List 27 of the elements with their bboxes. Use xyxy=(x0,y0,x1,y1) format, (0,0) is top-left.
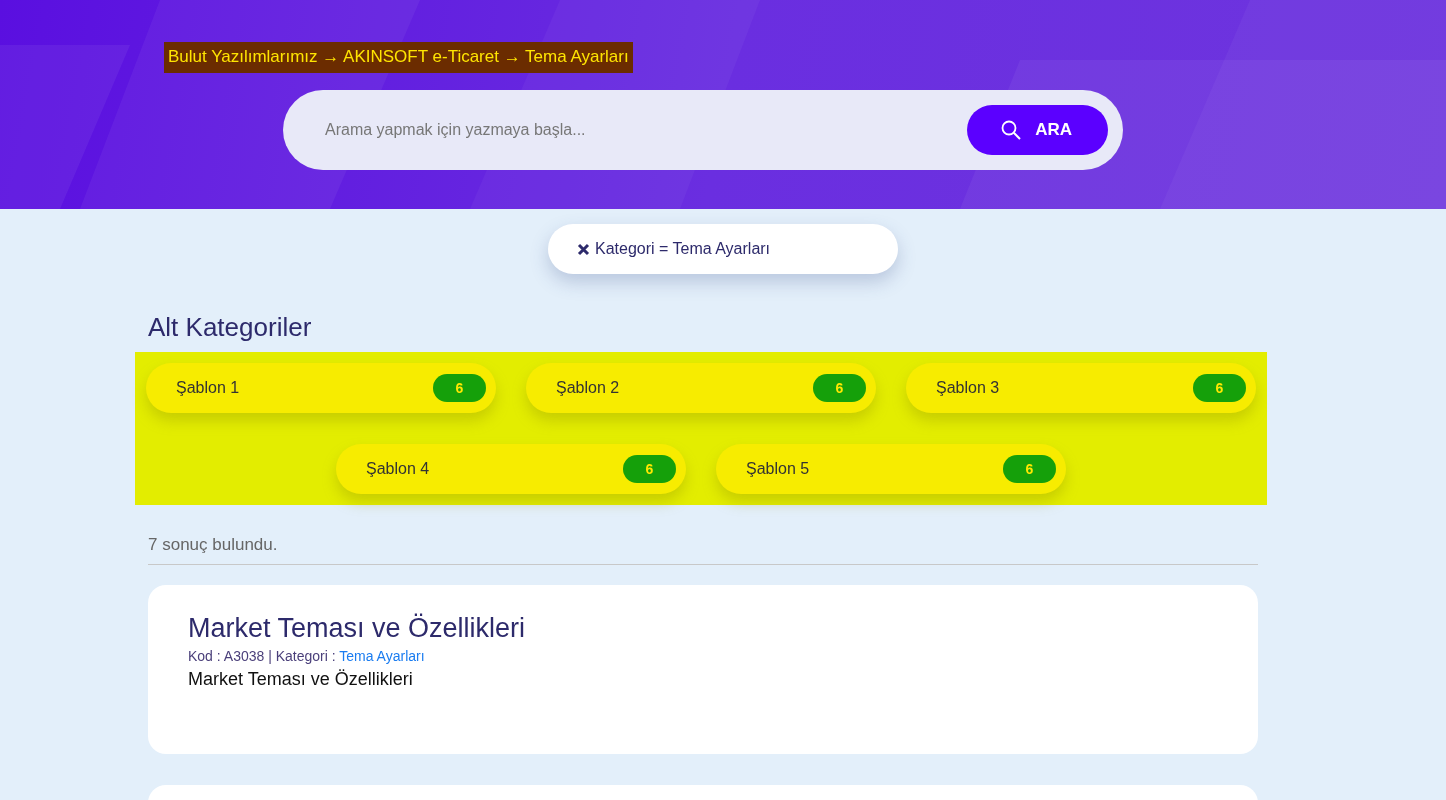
search-button[interactable]: ARA xyxy=(967,105,1108,155)
category-label: Şablon 4 xyxy=(366,459,430,478)
result-meta: Kod : A3038 | Kategori : Tema Ayarları xyxy=(188,648,425,664)
breadcrumb: Bulut Yazılımlarımız → AKINSOFT e-Ticaret → Tema Ayarları xyxy=(164,42,633,73)
category-item[interactable]: Şablon 4 6 xyxy=(336,443,686,494)
count-badge: 6 xyxy=(813,374,866,402)
search-icon xyxy=(1001,120,1022,140)
result-title[interactable]: Market Teması ve Özellikleri xyxy=(188,611,526,645)
search-field[interactable]: Arama yapmak için yazmaya başla... ARA xyxy=(283,90,1123,170)
count-badge: 6 xyxy=(1193,374,1246,402)
count-badge: 6 xyxy=(1003,454,1056,483)
close-icon xyxy=(577,242,590,256)
category-link[interactable]: Tema Ayarları xyxy=(339,648,425,664)
category-item[interactable]: Şablon 2 6 xyxy=(526,363,876,413)
category-item[interactable]: Şablon 5 6 xyxy=(716,443,1066,494)
result-count: 7 sonuç bulundu. xyxy=(148,535,279,556)
category-label: Şablon 2 xyxy=(556,379,620,397)
category-item[interactable]: Şablon 3 6 xyxy=(906,363,1256,413)
count-badge: 6 xyxy=(433,374,486,402)
category-label: Şablon 5 xyxy=(746,459,810,478)
category-item[interactable]: Şablon 1 6 xyxy=(146,363,496,413)
category-label: Şablon 1 xyxy=(176,379,240,397)
result-description: Market Teması ve Özellikleri xyxy=(188,669,413,690)
count-badge: 6 xyxy=(623,454,676,483)
filter-chip[interactable]: Kategori = Tema Ayarları xyxy=(548,224,898,274)
category-label: Şablon 3 xyxy=(936,379,1000,397)
section-heading: Alt Kategoriler xyxy=(148,312,313,344)
